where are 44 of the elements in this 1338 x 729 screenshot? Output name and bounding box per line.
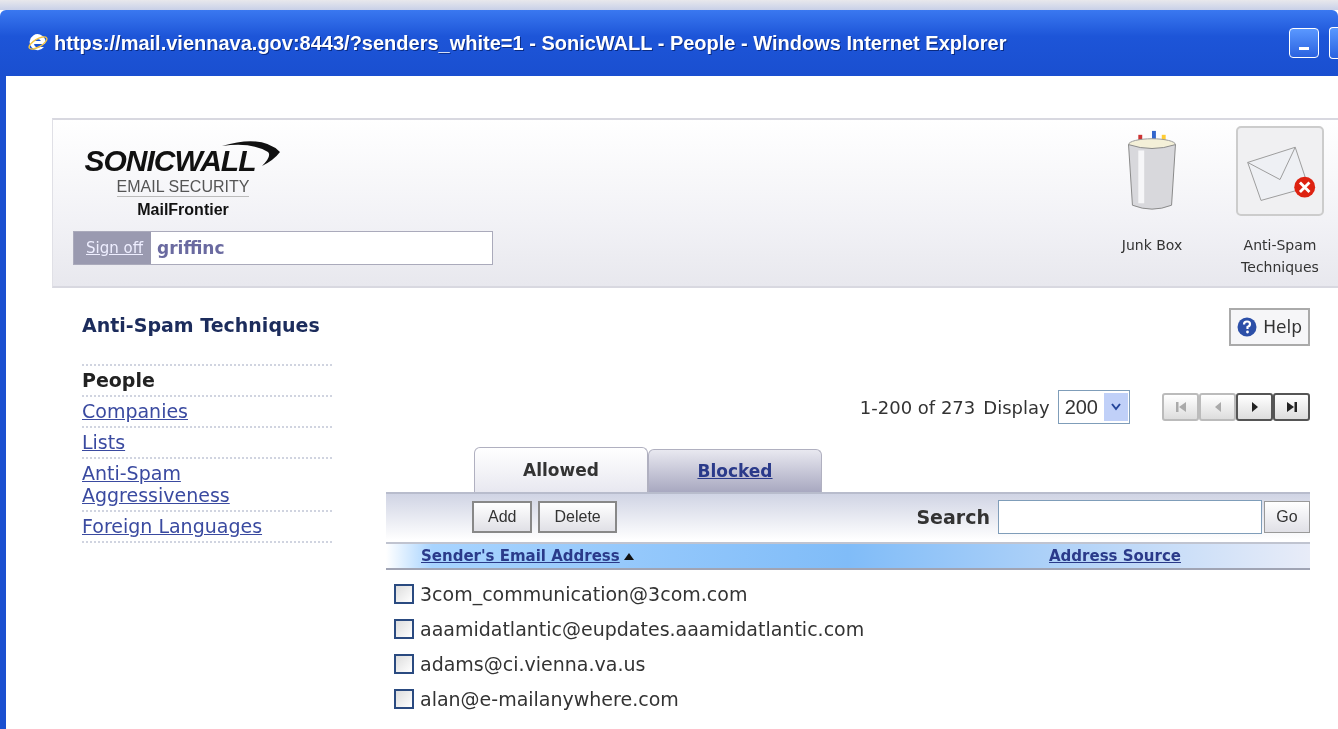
row-checkbox[interactable] <box>394 653 414 674</box>
sidebar-item[interactable]: Anti-Spam Aggressiveness <box>82 459 332 512</box>
go-button[interactable]: Go <box>1264 501 1310 533</box>
nav-link[interactable]: Anti-Spam Techniques <box>1225 234 1335 278</box>
minimize-button[interactable] <box>1289 28 1319 58</box>
row-checkbox[interactable] <box>394 688 414 709</box>
table-cell: adams@ci.vienna.va.us <box>420 652 646 675</box>
last-page-button[interactable] <box>1273 393 1310 421</box>
sidebar-item[interactable]: Foreign Languages <box>82 512 332 543</box>
sidebar-item[interactable]: Lists <box>82 428 332 459</box>
first-arrow-icon <box>1173 400 1188 414</box>
browser-logo-icon <box>28 33 48 53</box>
tab[interactable]: Blocked <box>648 449 822 492</box>
sort-up-icon <box>623 552 634 560</box>
window-title: https://mail.viennava.gov:8443/?senders_white=1 - SonicWALL - People - Windows Internet Explorer <box>54 31 1007 55</box>
table-cell: aaamidatlantic@eupdates.aaamidatlantic.com <box>420 617 865 640</box>
brand-logo: SONICWALL <box>84 144 256 178</box>
envelope-icon[interactable] <box>1236 126 1324 216</box>
toolbar-button[interactable]: Add <box>472 501 533 533</box>
help-icon <box>1237 317 1258 337</box>
chevron-down-icon <box>1111 403 1121 411</box>
display-label: Display <box>983 396 1050 418</box>
page-range: 1-200 of 273 <box>859 396 976 418</box>
toolbar-button[interactable]: Delete <box>538 501 617 533</box>
product-name: EMAIL SECURITY <box>116 178 250 197</box>
display-select[interactable]: 200 <box>1057 390 1130 424</box>
search-field[interactable] <box>998 500 1262 534</box>
help-button[interactable]: Help <box>1229 308 1310 346</box>
last-arrow-icon <box>1284 400 1299 414</box>
column-header[interactable]: Sender's Email Address <box>421 547 1049 565</box>
row-checkbox[interactable] <box>394 618 414 639</box>
table-cell: 3com_communication@3com.com <box>420 582 748 605</box>
sidebar-item[interactable]: Companies <box>82 397 332 428</box>
column-header[interactable]: Address Source <box>1049 547 1181 565</box>
search-label: Search <box>916 506 990 528</box>
tab[interactable]: Allowed <box>474 447 648 492</box>
nav-link[interactable]: Junk Box <box>1097 234 1207 256</box>
maximize-button[interactable] <box>1329 27 1338 59</box>
row-checkbox[interactable] <box>394 583 414 604</box>
table-cell: alan@e-mailanywhere.com <box>420 687 679 710</box>
company-name: MailFrontier <box>137 201 229 219</box>
section-title: Anti-Spam Techniques <box>82 314 321 336</box>
sidebar-item[interactable]: People <box>82 366 332 397</box>
next-page-button[interactable] <box>1236 393 1273 421</box>
